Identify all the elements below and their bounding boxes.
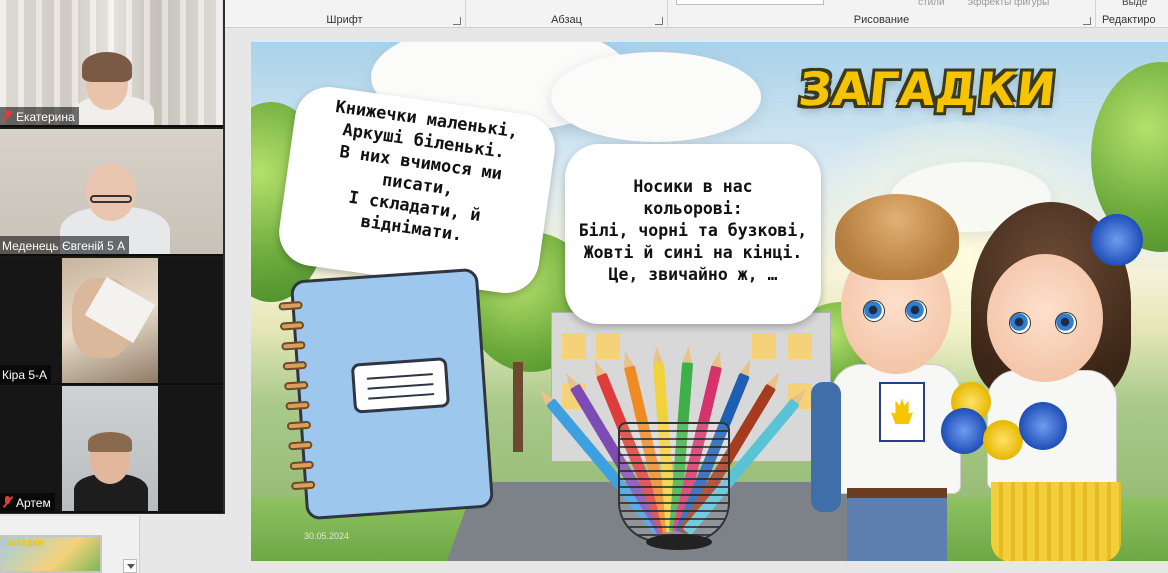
- spiral-ring: [285, 400, 310, 411]
- participant-video: [62, 258, 158, 383]
- riddle-bubble-pencils[interactable]: Носики в нас кольорові: Білі, чорні та б…: [565, 144, 821, 324]
- tree-trunk: [513, 362, 523, 452]
- spiral-ring: [282, 360, 308, 371]
- backpack-strap: [811, 382, 841, 512]
- label-line: [367, 383, 434, 390]
- label-line: [368, 393, 435, 400]
- eye: [905, 300, 927, 322]
- spiral-ring: [286, 420, 312, 431]
- slide-thumbnail[interactable]: ЗАГАДКИ: [0, 535, 102, 573]
- pencil-cup-base: [646, 534, 712, 550]
- spiral-ring: [289, 460, 315, 471]
- mic-off-icon: [2, 110, 13, 123]
- riddle-line: кольорові:: [643, 199, 743, 218]
- spiral-ring: [281, 340, 306, 351]
- dialog-launcher-icon[interactable]: [655, 17, 663, 25]
- hair-flower: [1091, 214, 1143, 266]
- window: [752, 333, 776, 359]
- riddle-line: Жовті й сині на кінці.: [583, 243, 803, 262]
- riddle-line: Носики в нас: [633, 177, 753, 196]
- ribbon: Шрифт Абзац стили эффекты фигуры Рисован…: [224, 0, 1168, 28]
- shape-effects-label[interactable]: эффекты фигуры: [968, 0, 1049, 8]
- slide-canvas[interactable]: ЗАГАДКИ Книжечки маленькі, Аркуші білень…: [251, 42, 1168, 561]
- participant-name-label: Кіра 5-А: [0, 365, 52, 383]
- participant-name-label: Меденець Євгеній 5 А: [0, 236, 130, 254]
- quick-styles-label[interactable]: стили: [918, 0, 945, 8]
- window: [788, 333, 812, 359]
- ribbon-group-drawing: стили эффекты фигуры Рисование: [668, 0, 1096, 28]
- spiral-ring: [283, 380, 309, 391]
- participant-hair: [82, 52, 132, 82]
- spiral-ring: [279, 320, 305, 331]
- video-gallery: Екатерина Меденець Євгеній 5 А Кіра 5-А …: [0, 0, 225, 514]
- slide-title[interactable]: ЗАГАДКИ: [796, 62, 1059, 116]
- thumbnail-title: ЗАГАДКИ: [6, 539, 44, 548]
- participant-tile[interactable]: Екатерина: [0, 0, 223, 127]
- ribbon-group-editing: Выде Редактиро: [1096, 0, 1168, 28]
- scroll-down-button[interactable]: [123, 559, 137, 573]
- boy-belt: [847, 488, 947, 498]
- spiral-ring: [290, 480, 316, 491]
- ribbon-group-label: Редактиро: [1102, 14, 1156, 26]
- window: [596, 333, 620, 359]
- participant-name: Кіра 5-А: [2, 367, 48, 382]
- notebook-image[interactable]: [278, 267, 495, 521]
- riddle-bubble-notebook[interactable]: Книжечки маленькі, Аркуші біленькі. В ни…: [274, 82, 560, 298]
- participant-name-label: Екатерина: [0, 107, 79, 125]
- trident-icon: [891, 398, 913, 424]
- bouquet-flower-yellow: [983, 420, 1023, 460]
- embroidered-panel: [879, 382, 925, 442]
- participant-video: [62, 386, 158, 511]
- slide-thumbnail-panel: ЗАГАДКИ: [0, 516, 140, 573]
- participant-name: Екатерина: [16, 109, 75, 124]
- dialog-launcher-icon[interactable]: [1083, 17, 1091, 25]
- ribbon-group-font: Шрифт: [224, 0, 466, 28]
- participant-name: Артем: [16, 495, 51, 510]
- riddle-line: Білі, чорні та бузкові,: [578, 221, 808, 240]
- participant-name-label: Артем: [0, 493, 55, 511]
- participant-face: [86, 163, 136, 221]
- glasses-icon: [90, 195, 132, 203]
- participant-tile[interactable]: Кіра 5-А: [0, 258, 223, 385]
- bouquet-flower-blue: [941, 408, 987, 454]
- dialog-launcher-icon[interactable]: [453, 17, 461, 25]
- participant-tile[interactable]: Меденець Євгеній 5 А: [0, 129, 223, 256]
- ribbon-group-label: Рисование: [853, 14, 910, 26]
- ribbon-group-paragraph: Абзац: [466, 0, 668, 28]
- eye: [863, 300, 885, 322]
- label-line: [366, 373, 433, 380]
- ribbon-group-label: Шрифт: [326, 14, 363, 26]
- date-watermark: 30.05.2024: [304, 531, 350, 541]
- girl-skirt: [991, 482, 1121, 561]
- riddle-line: Це, звичайно ж, …: [608, 265, 778, 284]
- notebook-label: [350, 357, 451, 414]
- window: [562, 333, 586, 359]
- boy-jeans: [847, 498, 947, 561]
- eye: [1055, 312, 1077, 334]
- participant-name: Меденець Євгеній 5 А: [2, 238, 126, 253]
- participant-tile[interactable]: Артем: [0, 386, 223, 513]
- participant-hair: [88, 432, 132, 452]
- pencil-cup: [618, 422, 730, 542]
- ribbon-group-label: Абзац: [551, 14, 582, 26]
- mic-off-icon: [2, 496, 13, 509]
- cloud: [551, 52, 761, 142]
- select-label[interactable]: Выде: [1122, 0, 1147, 8]
- boy-hair: [835, 194, 959, 280]
- eye: [1009, 312, 1031, 334]
- spiral-ring: [278, 301, 303, 311]
- girl-face: [987, 254, 1103, 382]
- bouquet-flower-blue: [1019, 402, 1067, 450]
- spiral-ring: [288, 440, 313, 451]
